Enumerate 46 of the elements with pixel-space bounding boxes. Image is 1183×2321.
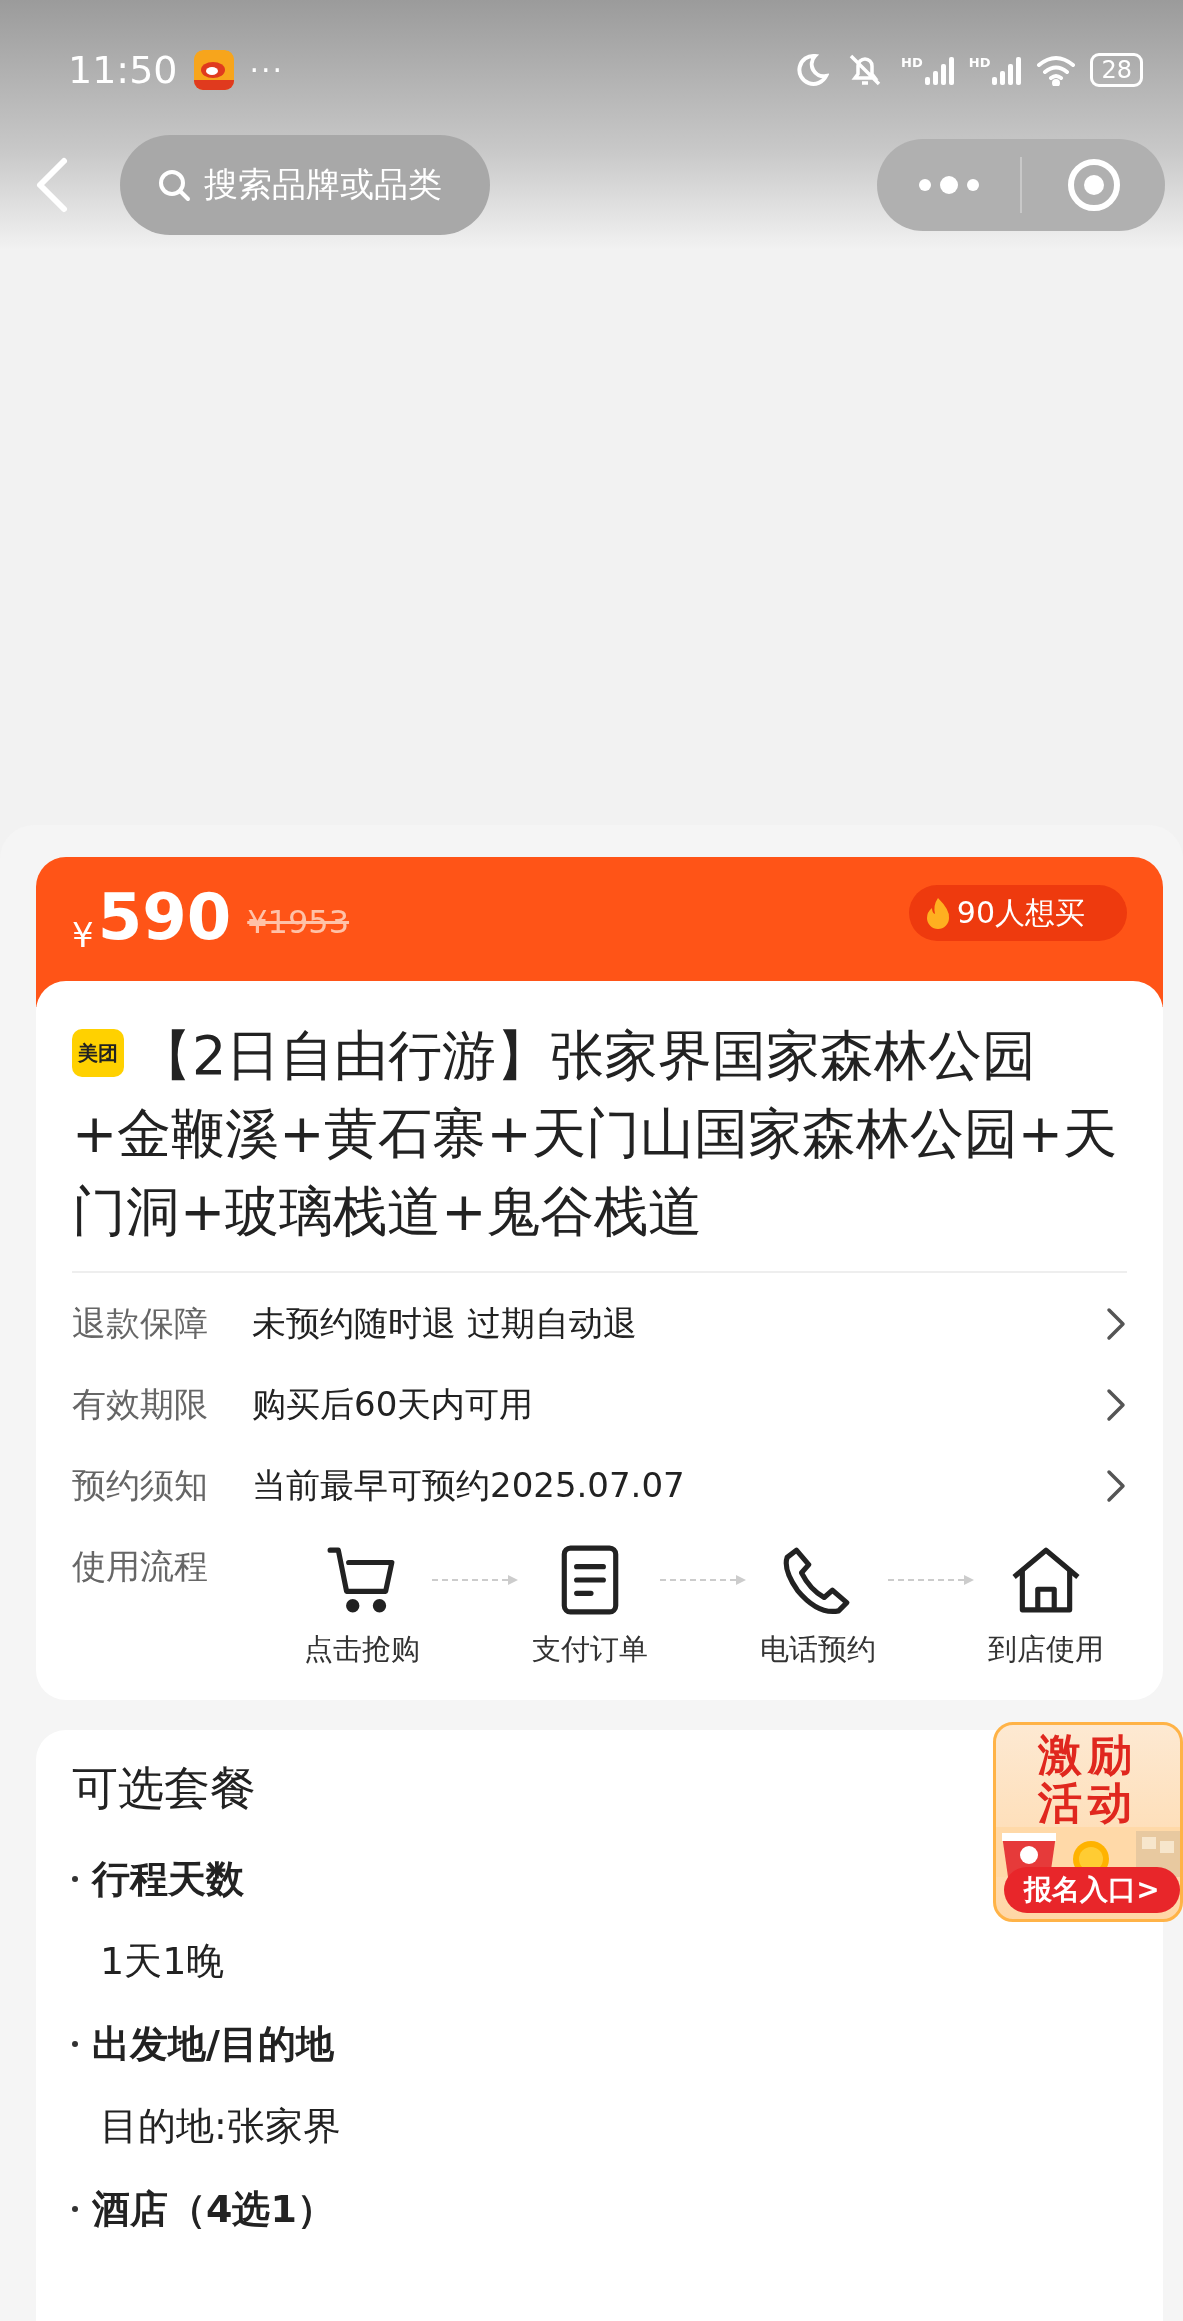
option-value: 目的地:张家界 [100, 2103, 342, 2150]
hd-label: HD [901, 55, 923, 70]
flame-icon [924, 897, 951, 929]
info-label: 预约须知 [72, 1463, 209, 1507]
popularity-text: 90人想买 [956, 893, 1085, 932]
info-value: 未预约随时退 过期自动退 [252, 1301, 638, 1345]
current-price: 590 [97, 885, 232, 949]
signal-icon [924, 55, 955, 85]
search-icon [156, 167, 192, 203]
signal-icon [992, 55, 1023, 85]
option-name: 酒店（4选1） [92, 2185, 335, 2233]
currency-symbol: ¥ [72, 915, 94, 955]
bullet-dot [72, 2206, 78, 2212]
info-label: 退款保障 [72, 1301, 209, 1345]
promo-badge[interactable]: 激励 活动 报名入口> [993, 1722, 1183, 1922]
step-label: 支付订单 [532, 1631, 648, 1668]
step-label: 点击抢购 [304, 1631, 420, 1668]
step-label: 电话预约 [760, 1631, 876, 1668]
info-label: 有效期限 [72, 1382, 209, 1426]
signup-button[interactable]: 报名入口> [1004, 1867, 1180, 1913]
chevron-icon[interactable] [1105, 1305, 1127, 1342]
battery-level: 28 [1090, 53, 1143, 87]
notification-dots: ··· [249, 52, 285, 88]
section-title: 可选套餐 [72, 1760, 256, 1817]
option-name: 出发地/目的地 [92, 2020, 334, 2068]
option-name: 行程天数 [92, 1855, 244, 1903]
info-label: 使用流程 [72, 1545, 209, 1588]
brand-logo: 美团 [72, 1029, 124, 1078]
step-label: 到店使用 [988, 1631, 1104, 1668]
chevron-icon[interactable] [1105, 1467, 1127, 1504]
option-value: 1天1晚 [100, 1938, 226, 1985]
moon-icon [795, 53, 830, 87]
promo-title: 激励 [1037, 1731, 1139, 1779]
promo-title: 活动 [1037, 1779, 1139, 1827]
info-value: 当前最早可预约2025.07.07 [252, 1463, 686, 1507]
status-time: 11:50 [68, 48, 178, 92]
chevron-icon[interactable] [1105, 1386, 1127, 1423]
search-field[interactable]: 搜索品牌或品类 [120, 135, 490, 235]
product-title: 美团 【2日自由行游】张家界国家森林公园+金鞭溪+黄石寨+天门山国家森林公园+天门洞+玻璃栈道+鬼谷栈道 [72, 1023, 1118, 1245]
bullet-dot [72, 1876, 78, 1882]
app-icon[interactable] [193, 50, 234, 90]
hd-label: HD [968, 55, 991, 70]
bullet-dot [72, 2041, 78, 2047]
info-value: 购买后60天内可用 [252, 1382, 535, 1426]
wifi-icon [1036, 54, 1077, 86]
original-price: ¥1953 [247, 903, 350, 941]
